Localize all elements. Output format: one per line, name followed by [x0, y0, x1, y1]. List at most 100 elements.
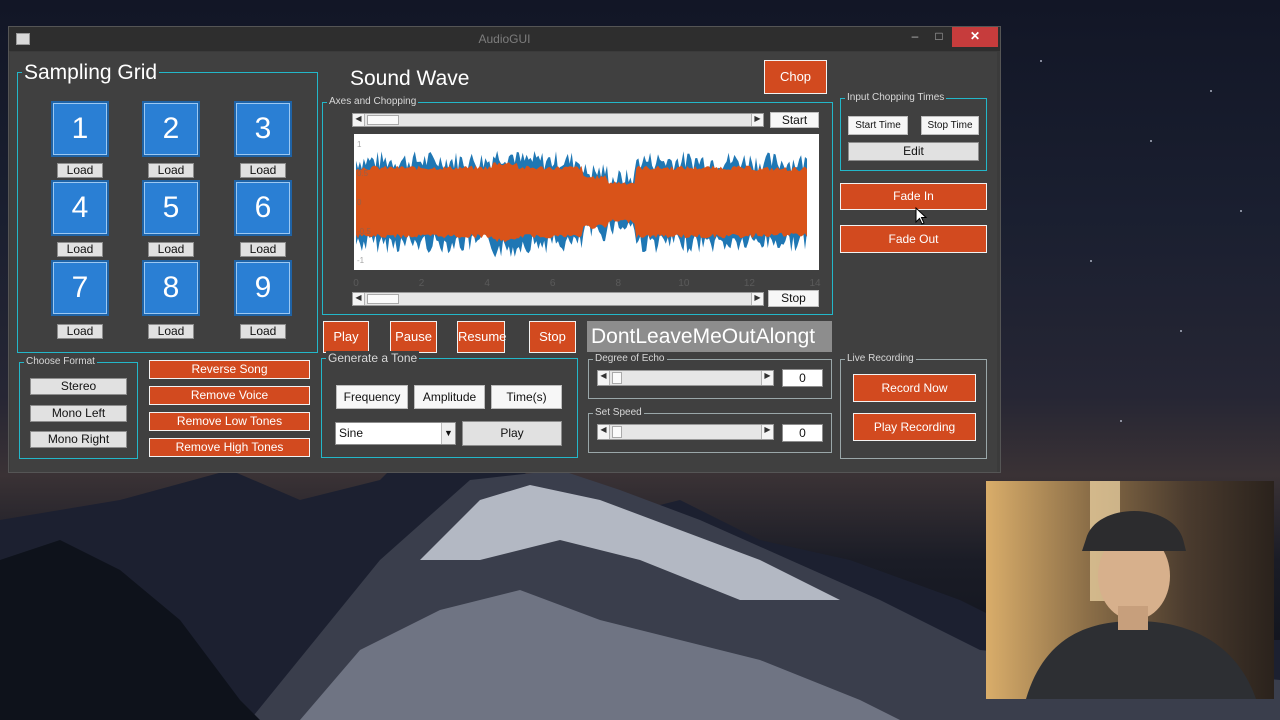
arrow-left-icon[interactable]: ◀	[598, 425, 610, 439]
x-tick-label: 2	[419, 278, 425, 289]
y-tick-label: -0.5	[357, 227, 371, 236]
waveform-axes[interactable]: 0 2 4 6 8 10 12 14 1 0.5 0 -0.5 -1	[353, 134, 821, 289]
start-time-button[interactable]: Start Time	[848, 116, 908, 135]
x-tick-label: 0	[353, 278, 359, 289]
fade-out-button[interactable]: Fade Out	[840, 225, 987, 253]
chop-button[interactable]: Chop	[764, 60, 827, 94]
pause-button[interactable]: Pause	[390, 321, 437, 353]
resume-button[interactable]: Resume	[457, 321, 506, 353]
mono-left-button[interactable]: Mono Left	[30, 405, 127, 422]
sampling-grid-panel: Sampling Grid 1 Load 2 Load 3 Load 4 Load 5 Load 6…	[17, 61, 318, 353]
speed-value-field[interactable]: 0	[782, 424, 823, 442]
arrow-left-icon[interactable]: ◀	[353, 293, 365, 305]
title-bar[interactable]: AudioGUI – □ ✕	[9, 27, 1000, 51]
echo-title: Degree of Echo	[593, 353, 667, 364]
echo-slider[interactable]: ◀ ▶	[597, 370, 774, 386]
slider-thumb[interactable]	[612, 426, 622, 438]
arrow-right-icon[interactable]: ▶	[751, 293, 763, 305]
load-button-9[interactable]: Load	[240, 324, 286, 339]
stop-chop-button[interactable]: Stop	[768, 290, 819, 307]
sampling-grid-title: Sampling Grid	[22, 61, 160, 85]
edit-button[interactable]: Edit	[848, 142, 979, 161]
arrow-right-icon[interactable]: ▶	[761, 425, 773, 439]
chopping-times-panel: Input Chopping Times Start Time Stop Tim…	[840, 92, 987, 171]
sound-wave-heading: Sound Wave	[350, 67, 470, 90]
arrow-right-icon[interactable]: ▶	[761, 371, 773, 385]
remove-high-tones-button[interactable]: Remove High Tones	[149, 438, 310, 457]
sample-pad-6[interactable]: 6	[234, 180, 292, 236]
x-tick-label: 8	[616, 278, 622, 289]
live-recording-panel: Live Recording Record Now Play Recording	[840, 353, 987, 459]
app-body: Sampling Grid 1 Load 2 Load 3 Load 4 Load 5 Load 6…	[10, 52, 997, 472]
load-button-3[interactable]: Load	[240, 163, 286, 178]
stop-button[interactable]: Stop	[529, 321, 576, 353]
close-icon[interactable]: ✕	[952, 27, 998, 47]
tone-play-button[interactable]: Play	[462, 421, 562, 446]
echo-value-field[interactable]: 0	[782, 369, 823, 387]
audiogui-window: AudioGUI – □ ✕ Sampling Grid 1 Load 2 Load 3…	[8, 26, 1001, 473]
chevron-down-icon[interactable]: ▼	[441, 423, 455, 444]
x-tick-label: 4	[484, 278, 490, 289]
sample-pad-5[interactable]: 5	[142, 180, 200, 236]
minimize-icon[interactable]: –	[907, 27, 923, 47]
sample-pad-4[interactable]: 4	[51, 180, 109, 236]
load-button-5[interactable]: Load	[148, 242, 194, 257]
amplitude-button[interactable]: Amplitude	[414, 385, 485, 409]
choose-format-panel: Choose Format Stereo Mono Left Mono Righ…	[19, 356, 138, 459]
x-tick-label: 14	[809, 278, 821, 289]
generate-tone-title: Generate a Tone	[326, 351, 420, 365]
load-button-1[interactable]: Load	[57, 163, 103, 178]
x-tick-label: 12	[744, 278, 756, 289]
sample-pad-1[interactable]: 1	[51, 101, 109, 157]
load-button-6[interactable]: Load	[240, 242, 286, 257]
load-button-2[interactable]: Load	[148, 163, 194, 178]
slider-thumb[interactable]	[367, 115, 399, 125]
sample-pad-2[interactable]: 2	[142, 101, 200, 157]
stereo-button[interactable]: Stereo	[30, 378, 127, 395]
remove-voice-button[interactable]: Remove Voice	[149, 386, 310, 405]
top-scroll-slider[interactable]: ◀ ▶	[352, 113, 764, 127]
waveform-plot: 0 2 4 6 8 10 12 14 1 0.5 0 -0.5 -1	[353, 140, 821, 289]
arrow-left-icon[interactable]: ◀	[353, 114, 365, 126]
y-tick-label: 1	[357, 140, 362, 149]
speed-title: Set Speed	[593, 407, 644, 418]
wave-type-select[interactable]: Sine ▼	[335, 422, 456, 445]
remove-low-tones-button[interactable]: Remove Low Tones	[149, 412, 310, 431]
axes-chopping-title: Axes and Chopping	[327, 96, 419, 107]
chopping-times-title: Input Chopping Times	[845, 92, 947, 103]
play-button[interactable]: Play	[323, 321, 369, 353]
speed-slider[interactable]: ◀ ▶	[597, 424, 774, 440]
play-recording-button[interactable]: Play Recording	[853, 413, 976, 441]
maximize-icon[interactable]: □	[931, 27, 947, 47]
mono-right-button[interactable]: Mono Right	[30, 431, 127, 448]
wave-type-value: Sine	[339, 426, 364, 440]
record-now-button[interactable]: Record Now	[853, 374, 976, 402]
sample-pad-9[interactable]: 9	[234, 260, 292, 316]
webcam-overlay	[986, 481, 1274, 699]
reverse-song-button[interactable]: Reverse Song	[149, 360, 310, 379]
sample-pad-3[interactable]: 3	[234, 101, 292, 157]
slider-thumb[interactable]	[612, 372, 622, 384]
echo-panel: Degree of Echo ◀ ▶ 0	[588, 353, 832, 399]
load-button-7[interactable]: Load	[57, 324, 103, 339]
fade-in-button[interactable]: Fade In	[840, 183, 987, 210]
frequency-button[interactable]: Frequency	[336, 385, 408, 409]
webcam-person-image	[986, 481, 1274, 699]
live-recording-title: Live Recording	[845, 353, 916, 364]
song-name-display: DontLeaveMeOutAlongt	[587, 321, 832, 352]
y-tick-label: 0.5	[357, 169, 369, 178]
choose-format-title: Choose Format	[24, 356, 97, 367]
arrow-right-icon[interactable]: ▶	[751, 114, 763, 126]
stop-time-button[interactable]: Stop Time	[921, 116, 979, 135]
sample-pad-7[interactable]: 7	[51, 260, 109, 316]
time-button[interactable]: Time(s)	[491, 385, 562, 409]
load-button-4[interactable]: Load	[57, 242, 103, 257]
mouse-cursor-icon	[915, 207, 928, 225]
slider-thumb[interactable]	[367, 294, 399, 304]
arrow-left-icon[interactable]: ◀	[598, 371, 610, 385]
sample-pad-8[interactable]: 8	[142, 260, 200, 316]
start-button[interactable]: Start	[770, 112, 819, 128]
load-button-8[interactable]: Load	[148, 324, 194, 339]
generate-tone-panel: Generate a Tone Frequency Amplitude Time…	[321, 351, 578, 458]
bottom-scroll-slider[interactable]: ◀ ▶	[352, 292, 764, 306]
